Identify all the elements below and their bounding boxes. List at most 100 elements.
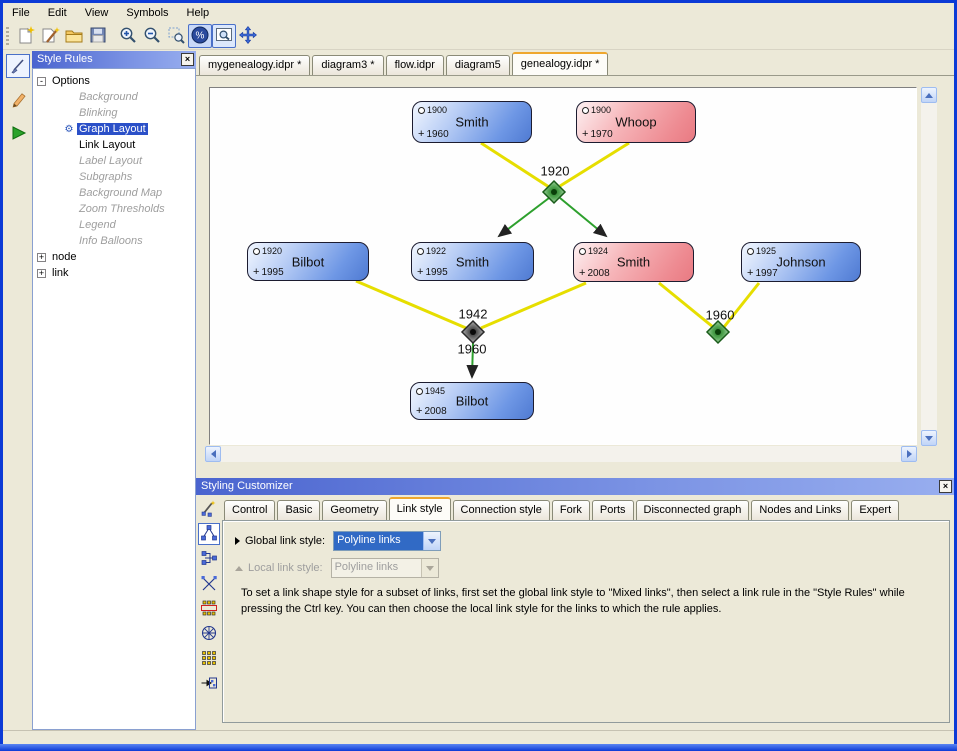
expander-minus-icon[interactable]: - — [37, 77, 46, 86]
new-file-button[interactable] — [14, 24, 38, 48]
death-icon: + — [418, 128, 424, 140]
style-rules-tree: - Options Background Blinking ⚙Graph Lay… — [32, 68, 196, 730]
scroll-up-icon[interactable] — [921, 87, 937, 103]
styling-customizer-titlebar[interactable]: Styling Customizer × — [196, 478, 954, 495]
tree-item-link[interactable]: + link — [33, 265, 195, 281]
menu-edit[interactable]: Edit — [39, 4, 76, 22]
global-link-style-select[interactable]: Polyline links — [333, 531, 441, 551]
birth-icon — [418, 107, 425, 114]
tree-item-subgraphs[interactable]: Subgraphs — [33, 169, 195, 185]
overview-button[interactable] — [212, 24, 236, 48]
close-icon[interactable]: × — [181, 53, 194, 66]
vertical-scrollbar[interactable] — [921, 87, 937, 446]
person-node[interactable]: 1920Bilbot+1995 — [247, 242, 369, 281]
tab-diagram5[interactable]: diagram5 — [446, 55, 510, 75]
circular-layout-icon — [200, 624, 218, 645]
tab-nodes-and-links[interactable]: Nodes and Links — [751, 500, 849, 520]
style-rules-panel: Style Rules × - Options Background Blink… — [32, 51, 196, 731]
child-link[interactable] — [560, 198, 606, 236]
diagram-canvas[interactable]: 19201942196019601900Smith+19601900Whoop+… — [209, 87, 917, 445]
menu-view[interactable]: View — [76, 4, 118, 22]
tree-item-background-map[interactable]: Background Map — [33, 185, 195, 201]
edit-pencil-button[interactable] — [6, 88, 30, 112]
tree-item-label-layout[interactable]: Label Layout — [33, 153, 195, 169]
zoom-out-button[interactable] — [140, 24, 164, 48]
expander-plus-icon[interactable]: + — [37, 269, 46, 278]
person-node[interactable]: 1924Smith+2008 — [573, 242, 694, 282]
run-button[interactable] — [6, 122, 30, 146]
bus-layout-button[interactable] — [198, 598, 220, 620]
tab-control[interactable]: Control — [224, 500, 275, 520]
tab-diagram3[interactable]: diagram3 * — [312, 55, 383, 75]
style-brush-button[interactable] — [6, 54, 30, 78]
expand-arrow-icon[interactable] — [235, 537, 240, 545]
tab-ports[interactable]: Ports — [592, 500, 634, 520]
person-node[interactable]: 1900Smith+1960 — [412, 101, 532, 143]
tree-item-node[interactable]: + node — [33, 249, 195, 265]
tab-disconnected-graph[interactable]: Disconnected graph — [636, 500, 750, 520]
zoom-area-button[interactable] — [164, 24, 188, 48]
application-window: File Edit View Symbols Help % Style Rule… — [0, 0, 957, 751]
tab-geometry[interactable]: Geometry — [322, 500, 386, 520]
tree-item-options[interactable]: - Options — [33, 73, 195, 89]
open-button[interactable] — [62, 24, 86, 48]
svg-text:%: % — [196, 30, 205, 41]
tree-item-info-balloons[interactable]: Info Balloons — [33, 233, 195, 249]
tree-item-background[interactable]: Background — [33, 89, 195, 105]
menu-file[interactable]: File — [3, 4, 39, 22]
pan-button[interactable] — [236, 24, 260, 48]
tree-layout-button[interactable] — [198, 523, 220, 545]
tab-mygenealogy[interactable]: mygenealogy.idpr * — [199, 55, 310, 75]
zoom-percent-button[interactable]: % — [188, 24, 212, 48]
tree-item-graph-layout[interactable]: ⚙Graph Layout — [33, 121, 195, 137]
person-node[interactable]: 1922Smith+1995 — [411, 242, 534, 281]
tab-connection-style[interactable]: Connection style — [453, 500, 550, 520]
marriage-link[interactable] — [560, 143, 629, 186]
brush-icon — [9, 56, 27, 77]
global-link-style-label: Global link style: — [245, 535, 325, 547]
marriage-link[interactable] — [481, 283, 586, 328]
link-layout-button[interactable] — [198, 573, 220, 595]
menu-help[interactable]: Help — [178, 4, 219, 22]
tab-genealogy[interactable]: genealogy.idpr * — [512, 52, 609, 75]
chevron-down-icon[interactable] — [423, 532, 440, 550]
hierarchical-layout-button[interactable] — [198, 548, 220, 570]
scroll-down-icon[interactable] — [921, 430, 937, 446]
marriage-link[interactable] — [356, 281, 466, 328]
marriage-link[interactable] — [481, 143, 549, 187]
circular-layout-button[interactable] — [198, 623, 220, 645]
tab-link-style[interactable]: Link style — [389, 497, 451, 520]
person-node[interactable]: 1925Johnson+1997 — [741, 242, 861, 282]
apply-layout-button[interactable] — [198, 673, 220, 695]
tab-flow[interactable]: flow.idpr — [386, 55, 444, 75]
person-node[interactable]: 1945Bilbot+2008 — [410, 382, 534, 420]
expander-plus-icon[interactable]: + — [37, 253, 46, 262]
tab-expert[interactable]: Expert — [851, 500, 899, 520]
union-year-label: 1960 — [706, 308, 735, 323]
edit-mode-toolbar — [3, 50, 32, 730]
new-wizard-button[interactable] — [38, 24, 62, 48]
tree-item-link-layout[interactable]: Link Layout — [33, 137, 195, 153]
person-node[interactable]: 1900Whoop+1970 — [576, 101, 696, 143]
save-button[interactable] — [86, 24, 110, 48]
menu-symbols[interactable]: Symbols — [117, 4, 177, 22]
zoom-in-button[interactable] — [116, 24, 140, 48]
toolbar-grip[interactable] — [6, 27, 9, 45]
tree-item-legend[interactable]: Legend — [33, 217, 195, 233]
grid-layout-button[interactable] — [198, 648, 220, 670]
status-bar — [3, 730, 954, 744]
pencil-icon — [9, 90, 27, 111]
tab-fork[interactable]: Fork — [552, 500, 590, 520]
local-link-style-label: Local link style: — [248, 562, 323, 574]
scroll-right-icon[interactable] — [901, 446, 917, 462]
style-rules-titlebar[interactable]: Style Rules × — [32, 51, 196, 68]
child-link[interactable] — [499, 198, 549, 236]
layout-wand-button[interactable] — [198, 498, 220, 520]
scroll-left-icon[interactable] — [205, 446, 221, 462]
tab-basic[interactable]: Basic — [277, 500, 320, 520]
diamond-center-dot — [470, 329, 476, 335]
tree-item-blinking[interactable]: Blinking — [33, 105, 195, 121]
horizontal-scrollbar[interactable] — [205, 446, 917, 462]
close-icon[interactable]: × — [939, 480, 952, 493]
tree-item-zoom-thresholds[interactable]: Zoom Thresholds — [33, 201, 195, 217]
